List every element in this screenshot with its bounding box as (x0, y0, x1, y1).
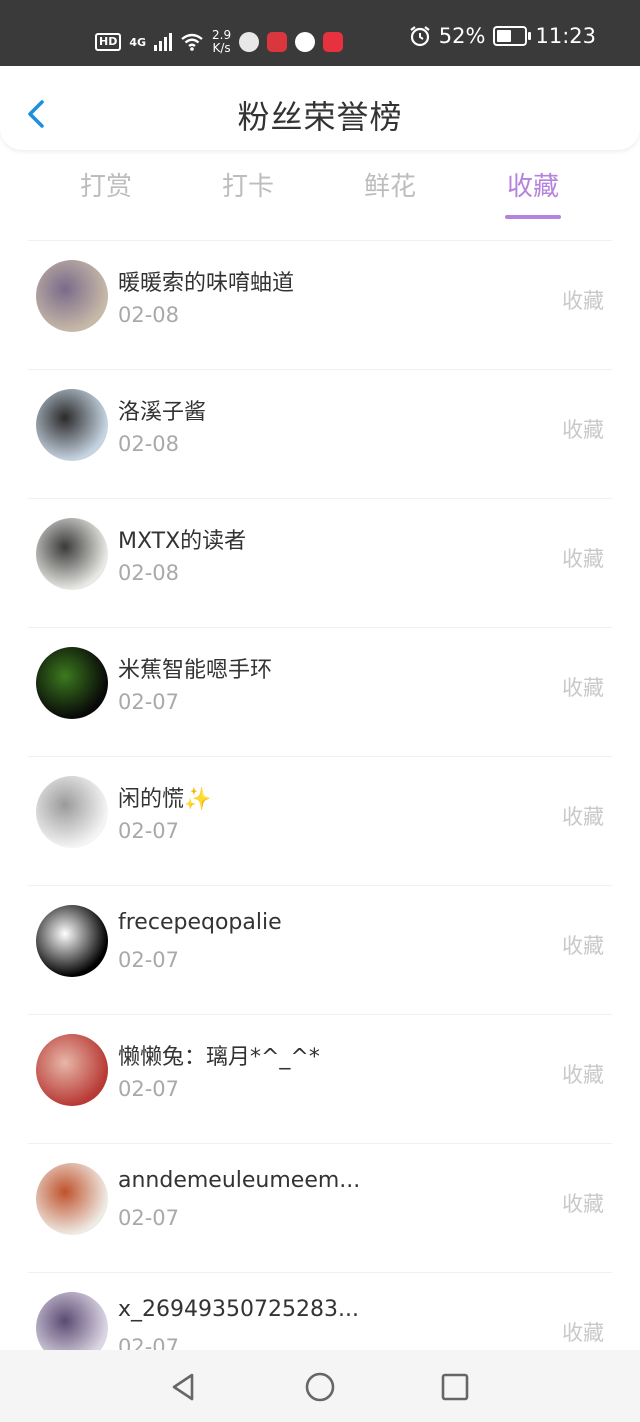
battery-fill (497, 30, 511, 42)
fan-name: 懒懒兔：璃月*^_^* (118, 1045, 320, 1070)
favorite-label: 收藏 (562, 805, 604, 829)
avatar[interactable] (36, 260, 108, 332)
fan-name: 米蕉智能嗯手环 (118, 658, 273, 683)
favorite-label: 收藏 (562, 934, 604, 958)
avatar[interactable] (36, 1034, 108, 1106)
network-speed: 2.9 K/s (212, 29, 231, 55)
fan-name: MXTX的读者 (118, 529, 247, 554)
battery-icon (493, 26, 532, 46)
fan-date: 02-07 (118, 948, 180, 972)
recents-square-icon[interactable] (438, 1370, 472, 1404)
list-item[interactable]: 暖暖索的味唷蚰道 02-08 收藏 (28, 240, 612, 369)
list-item[interactable]: MXTX的读者 02-08 收藏 (28, 498, 612, 627)
tab-favorites-label: 收藏 (506, 172, 559, 202)
favorite-label: 收藏 (562, 547, 604, 571)
fan-date: 02-08 (118, 561, 180, 585)
network-type: 4G (129, 35, 147, 49)
avatar[interactable] (36, 647, 108, 719)
fan-name: anndemeuleumeem... (118, 1168, 361, 1193)
page-title: 粉丝荣誉榜 (237, 98, 403, 136)
list-item[interactable]: 闲的慌✨ 02-07 收藏 (28, 756, 612, 885)
favorite-label: 收藏 (562, 1192, 604, 1216)
list-item[interactable]: anndemeuleumeem... 02-07 收藏 (28, 1143, 612, 1272)
favorite-label: 收藏 (562, 1063, 604, 1087)
huawei-app-icon (323, 32, 344, 52)
speed-unit: K/s (212, 41, 231, 55)
hd-indicator: HD (95, 33, 122, 51)
fan-name: 暖暖索的味唷蚰道 (118, 271, 295, 296)
favorite-label: 收藏 (562, 676, 604, 700)
tab-flowers[interactable]: 鲜花 (330, 166, 450, 203)
fan-list: 暖暖索的味唷蚰道 02-08 收藏 洛溪子酱 02-08 收藏 MXTX的读者 … (0, 240, 640, 1401)
favorite-label: 收藏 (562, 418, 604, 442)
signal-icon (154, 33, 173, 51)
fan-date: 02-07 (118, 1206, 180, 1230)
avatar[interactable] (36, 518, 108, 590)
avatar[interactable] (36, 776, 108, 848)
tab-reward[interactable]: 打赏 (46, 166, 166, 203)
status-bar: HD 4G 2.9 K/s 52% 11:23 (0, 0, 640, 66)
avatar[interactable] (36, 389, 108, 461)
list-item[interactable]: frecepeqopalie 02-07 收藏 (28, 885, 612, 1014)
battery-percent: 52% (438, 24, 486, 48)
fan-date: 02-07 (118, 690, 180, 714)
app-notification-icon (267, 32, 288, 52)
list-item[interactable]: 洛溪子酱 02-08 收藏 (28, 369, 612, 498)
fan-date: 02-08 (118, 432, 180, 456)
system-nav-bar (0, 1350, 640, 1422)
tab-bar: 打赏 打卡 鲜花 收藏 (0, 166, 640, 226)
app-header: 粉丝荣誉榜 (0, 66, 640, 150)
home-circle-icon[interactable] (303, 1370, 337, 1404)
clock: 11:23 (535, 24, 596, 48)
fan-date: 02-07 (118, 1077, 180, 1101)
list-item[interactable]: 懒懒兔：璃月*^_^* 02-07 收藏 (28, 1014, 612, 1143)
fan-name: 洛溪子酱 (118, 400, 207, 425)
tab-favorites[interactable]: 收藏 (473, 166, 593, 219)
list-item[interactable]: 米蕉智能嗯手环 02-07 收藏 (28, 627, 612, 756)
status-right: 52% 11:23 (409, 24, 596, 48)
app-notification-icon (239, 32, 260, 52)
avatar[interactable] (36, 1163, 108, 1235)
fan-name: x_26949350725283... (118, 1297, 359, 1322)
favorite-label: 收藏 (562, 1321, 604, 1345)
avatar[interactable] (36, 905, 108, 977)
fan-date: 02-07 (118, 819, 180, 843)
fan-date: 02-08 (118, 303, 180, 327)
back-triangle-icon[interactable] (166, 1370, 200, 1404)
fan-name: frecepeqopalie (118, 910, 282, 935)
status-left: HD 4G 2.9 K/s (95, 22, 344, 62)
tab-active-indicator (505, 215, 561, 219)
alarm-icon (410, 26, 430, 47)
fan-name: 闲的慌✨ (118, 787, 212, 812)
tab-checkin[interactable]: 打卡 (188, 166, 308, 203)
wifi-icon (181, 33, 203, 51)
favorite-label: 收藏 (562, 289, 604, 313)
message-icon (295, 32, 316, 52)
